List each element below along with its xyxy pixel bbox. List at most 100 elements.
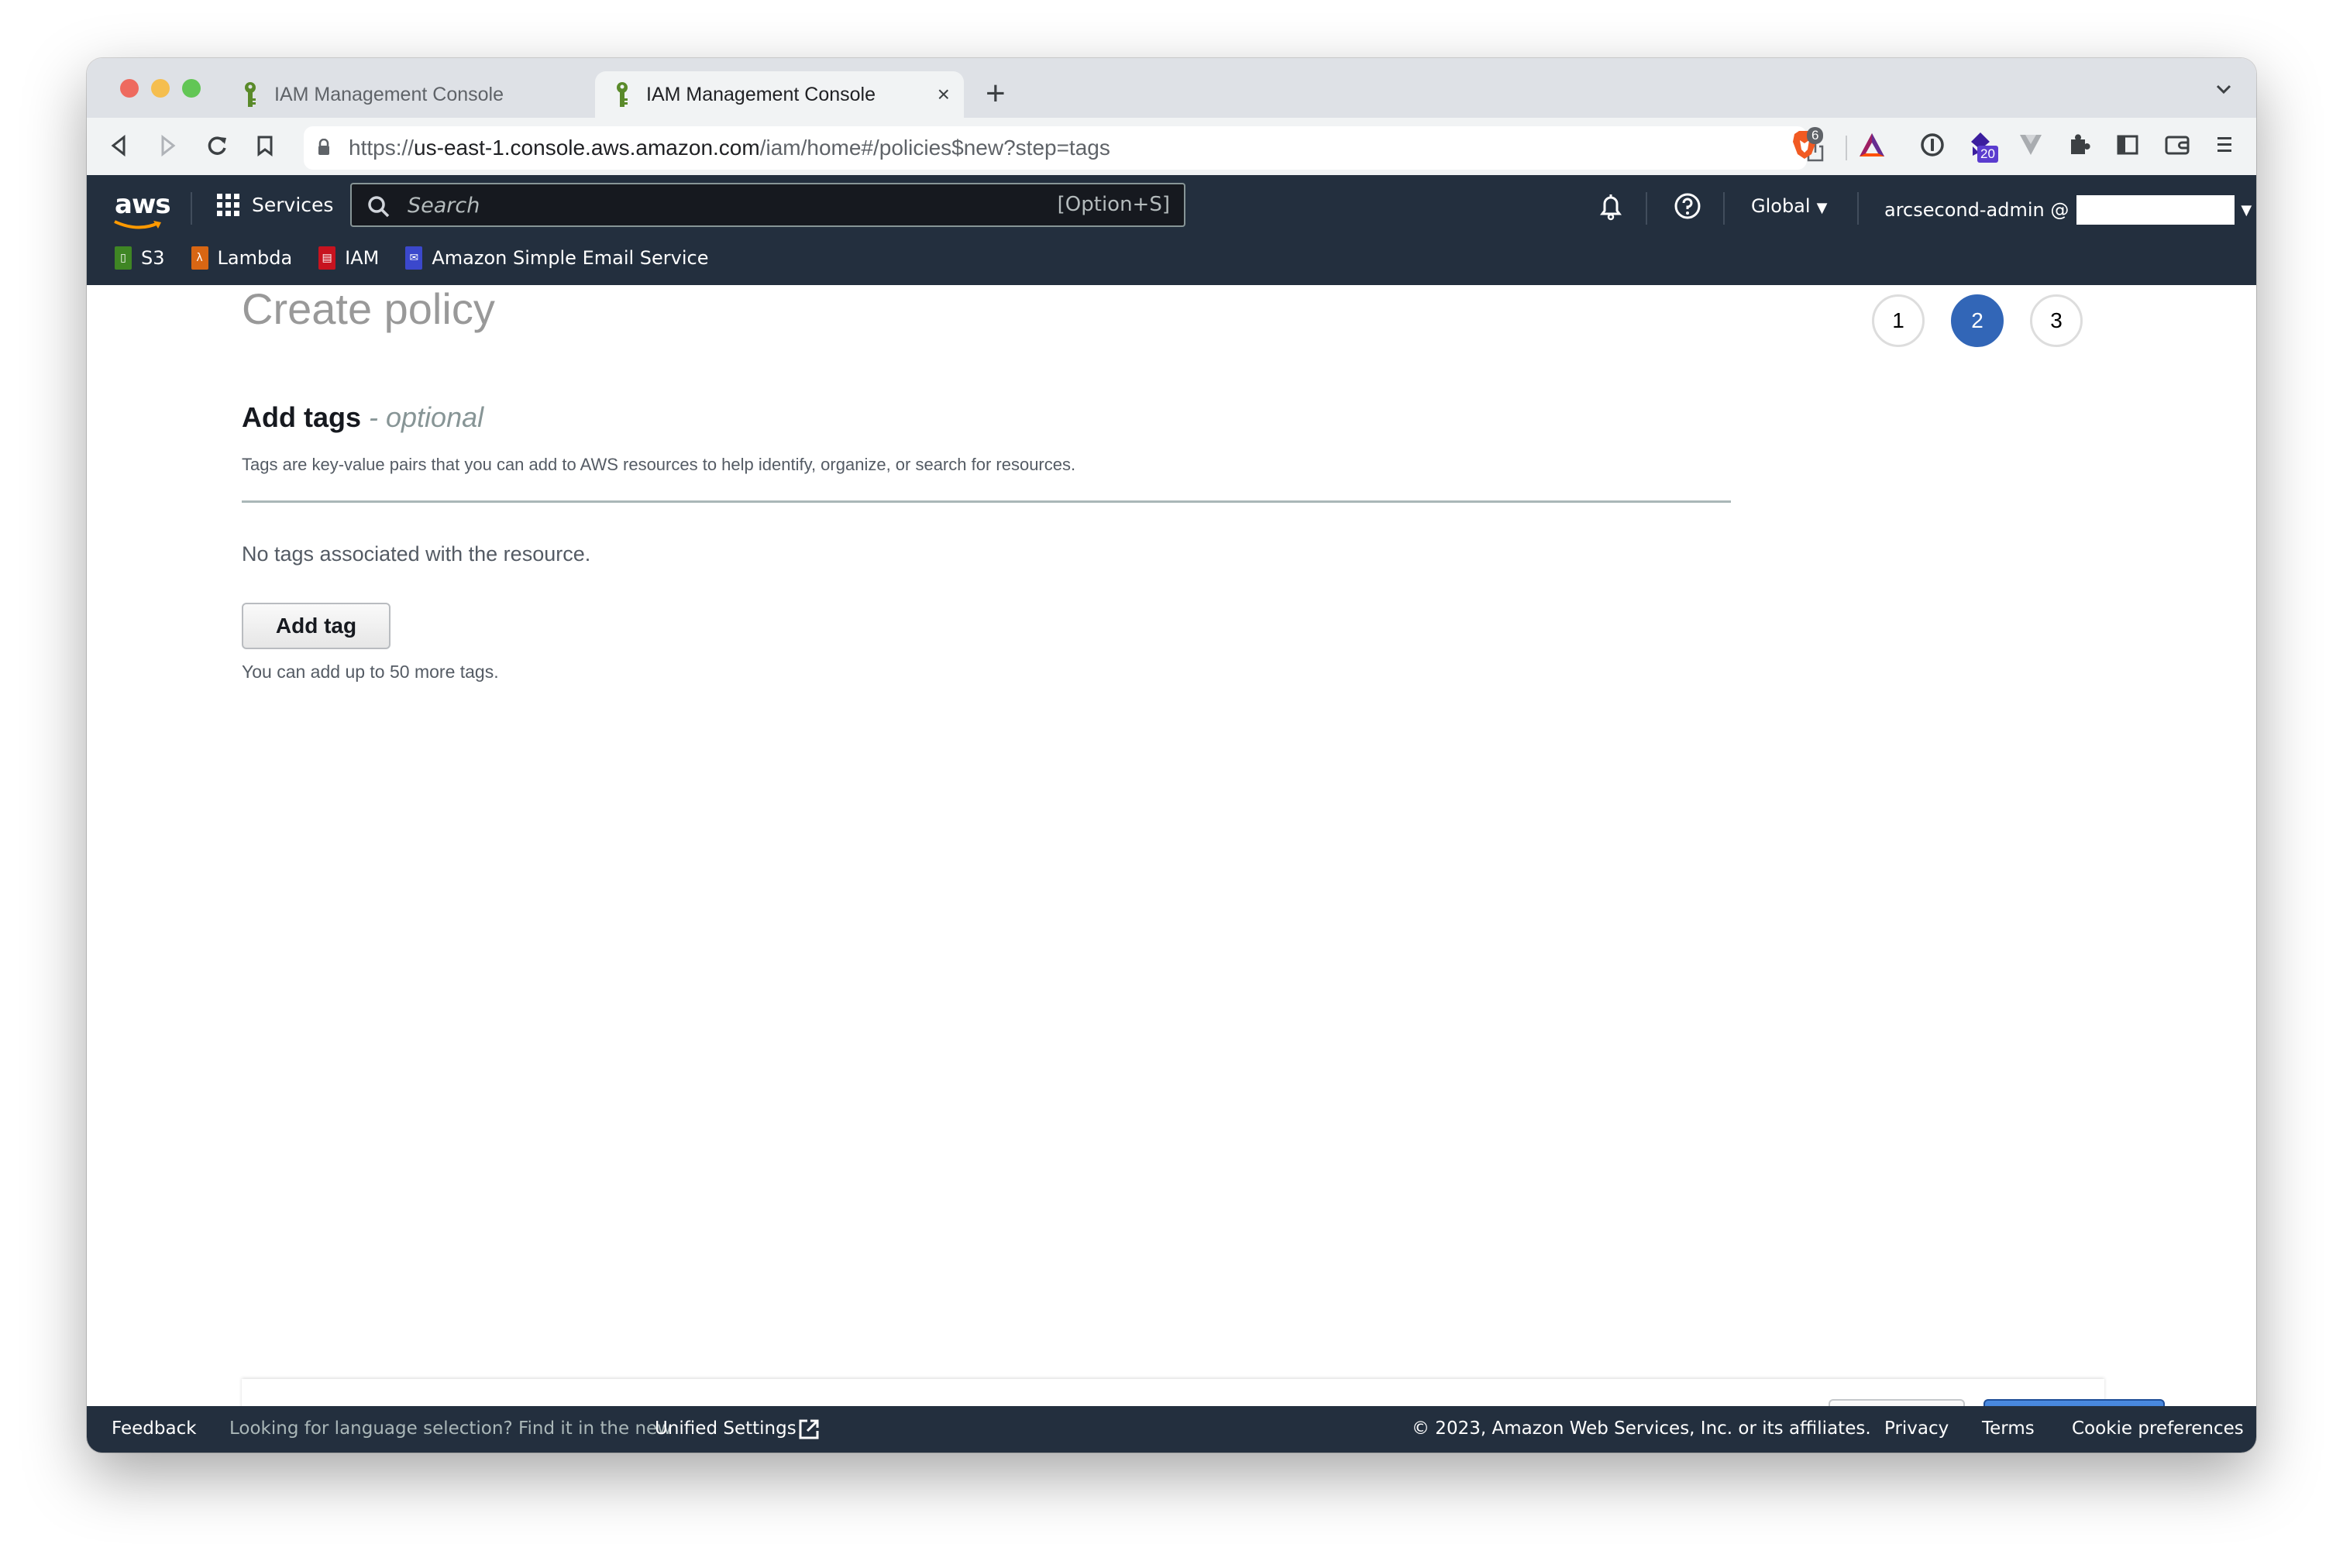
forward-button[interactable] [152, 130, 183, 161]
back-button[interactable] [104, 130, 135, 161]
browser-tab-1[interactable]: IAM Management Console [242, 71, 583, 118]
no-tags-message: No tags associated with the resource. [242, 542, 591, 566]
search-box[interactable]: [Option+S] [350, 183, 1185, 227]
tab-title: IAM Management Console [274, 83, 504, 105]
favorite-label: S3 [141, 247, 165, 269]
close-window-button[interactable] [120, 79, 139, 98]
reload-icon [208, 136, 226, 155]
copyright-text: © 2023, Amazon Web Services, Inc. or its… [1412, 1418, 1871, 1439]
help-circle-icon[interactable] [1674, 192, 1701, 220]
step-1[interactable]: 1 [1872, 294, 1925, 347]
tab-title: IAM Management Console [646, 83, 876, 105]
new-tab-button[interactable]: + [986, 72, 1006, 115]
region-selector[interactable]: Global ▼ [1751, 195, 1827, 217]
favorites-bar: ▯ S3 λ Lambda ▤ IAM ✉ Amazon Simple Emai… [115, 246, 708, 270]
bat-triangle-icon [1860, 133, 1884, 156]
region-label: Global [1751, 195, 1811, 217]
page-title: Create policy [242, 284, 495, 333]
address-bar: https://us-east-1.console.aws.amazon.com… [87, 118, 2256, 175]
aws-smile-icon [114, 220, 161, 229]
account-id-redacted [2076, 195, 2235, 225]
search-icon [368, 196, 390, 218]
sidebar-toggle-button[interactable] [2117, 127, 2138, 163]
bookmark-icon [257, 136, 273, 156]
url-path: /iam/home#/policies$new?step=tags [759, 136, 1110, 160]
maximize-window-button[interactable] [182, 79, 201, 98]
lambda-icon: λ [191, 246, 208, 270]
step-3[interactable]: 3 [2030, 294, 2083, 347]
add-tag-button[interactable]: Add tag [242, 603, 390, 649]
caret-down-icon: ▼ [2241, 201, 2252, 218]
puzzle-icon [2071, 134, 2090, 154]
browser-tab-2-active[interactable]: IAM Management Console × [595, 71, 964, 118]
tag-limit-hint: You can add up to 50 more tags. [242, 662, 499, 682]
brave-shields-badge: 6 [1807, 127, 1824, 144]
vue-devtools-button[interactable] [2019, 127, 2042, 163]
diamond-extension-button[interactable]: 20 [1968, 127, 1998, 163]
wallet-icon [2165, 136, 2190, 155]
s3-bucket-icon: ▯ [115, 246, 132, 270]
chevron-down-icon[interactable] [2214, 74, 2233, 105]
unified-settings-label: Unified Settings [655, 1418, 796, 1439]
wallet-button[interactable] [2165, 127, 2190, 163]
services-label: Services [252, 194, 334, 216]
vue-v-icon [2020, 135, 2042, 155]
favorite-label: Amazon Simple Email Service [432, 247, 709, 269]
key-icon [617, 82, 628, 107]
nav-divider [191, 192, 192, 225]
search-input[interactable] [406, 184, 1029, 227]
optional-label: - optional [361, 401, 484, 433]
reload-button[interactable] [201, 130, 232, 161]
console-footer: Feedback Looking for language selection?… [87, 1406, 2256, 1453]
notifications-bell-icon[interactable] [1598, 192, 1624, 222]
1password-button[interactable] [1920, 127, 1945, 163]
lock-icon [318, 139, 329, 155]
search-shortcut-hint: [Option+S] [1057, 193, 1170, 216]
browser-menu-button[interactable] [2216, 127, 2233, 163]
favorite-ses[interactable]: ✉ Amazon Simple Email Service [405, 246, 708, 270]
wizard-steps: 1 2 3 [1872, 294, 2083, 347]
favorite-label: IAM [345, 247, 380, 269]
unified-settings-link[interactable]: Unified Settings [655, 1418, 796, 1439]
section-description: Tags are key-value pairs that you can ad… [242, 455, 1076, 474]
url-scheme: https:// [349, 136, 415, 160]
favorite-lambda[interactable]: λ Lambda [191, 246, 293, 270]
omnibox-divider [1846, 136, 1847, 160]
aws-logo-text: aws [115, 189, 171, 220]
favorite-s3[interactable]: ▯ S3 [115, 246, 165, 270]
nav-divider [1646, 192, 1647, 225]
1password-icon [1921, 133, 1944, 156]
back-arrow-icon [111, 135, 126, 156]
account-menu[interactable]: arcsecond-admin @ ▼ [1884, 195, 2252, 225]
extension-badge: 20 [1977, 146, 1998, 163]
favorite-label: Lambda [217, 247, 293, 269]
browser-window: IAM Management Console IAM Management Co… [87, 58, 2256, 1453]
external-link-icon [799, 1419, 819, 1439]
language-hint-text: Looking for language selection? Find it … [229, 1418, 673, 1439]
cookie-preferences-link[interactable]: Cookie preferences [2072, 1418, 2244, 1439]
close-tab-icon[interactable]: × [938, 82, 950, 107]
menu-icon [2217, 137, 2231, 152]
tab-bar: IAM Management Console IAM Management Co… [87, 58, 2256, 118]
feedback-link[interactable]: Feedback [112, 1418, 197, 1439]
brave-rewards-button[interactable] [1858, 127, 1886, 163]
aws-top-navigation: aws Services [Option+S] Global ▼ arcsecon… [87, 175, 2256, 285]
extensions-button[interactable] [2067, 127, 2090, 163]
url-text[interactable]: https://us-east-1.console.aws.amazon.com… [349, 136, 1110, 160]
url-bar[interactable]: https://us-east-1.console.aws.amazon.com… [304, 126, 1847, 170]
nav-divider [1723, 192, 1725, 225]
email-service-icon: ✉ [405, 246, 423, 270]
services-menu-button[interactable]: Services [217, 194, 333, 216]
brave-shields-button[interactable]: 6 [1791, 127, 1824, 163]
privacy-link[interactable]: Privacy [1884, 1418, 1949, 1439]
favorite-iam[interactable]: ▤ IAM [318, 246, 379, 270]
minimize-window-button[interactable] [151, 79, 170, 98]
iam-icon: ▤ [318, 246, 336, 270]
sidebar-icon [2117, 135, 2138, 155]
url-host: us-east-1.console.aws.amazon.com [414, 136, 760, 160]
forward-arrow-icon [161, 135, 176, 156]
bookmark-button[interactable] [249, 130, 280, 161]
account-label: arcsecond-admin @ [1884, 199, 2069, 221]
terms-link[interactable]: Terms [1982, 1418, 2035, 1439]
section-title-text: Add tags [242, 401, 362, 433]
